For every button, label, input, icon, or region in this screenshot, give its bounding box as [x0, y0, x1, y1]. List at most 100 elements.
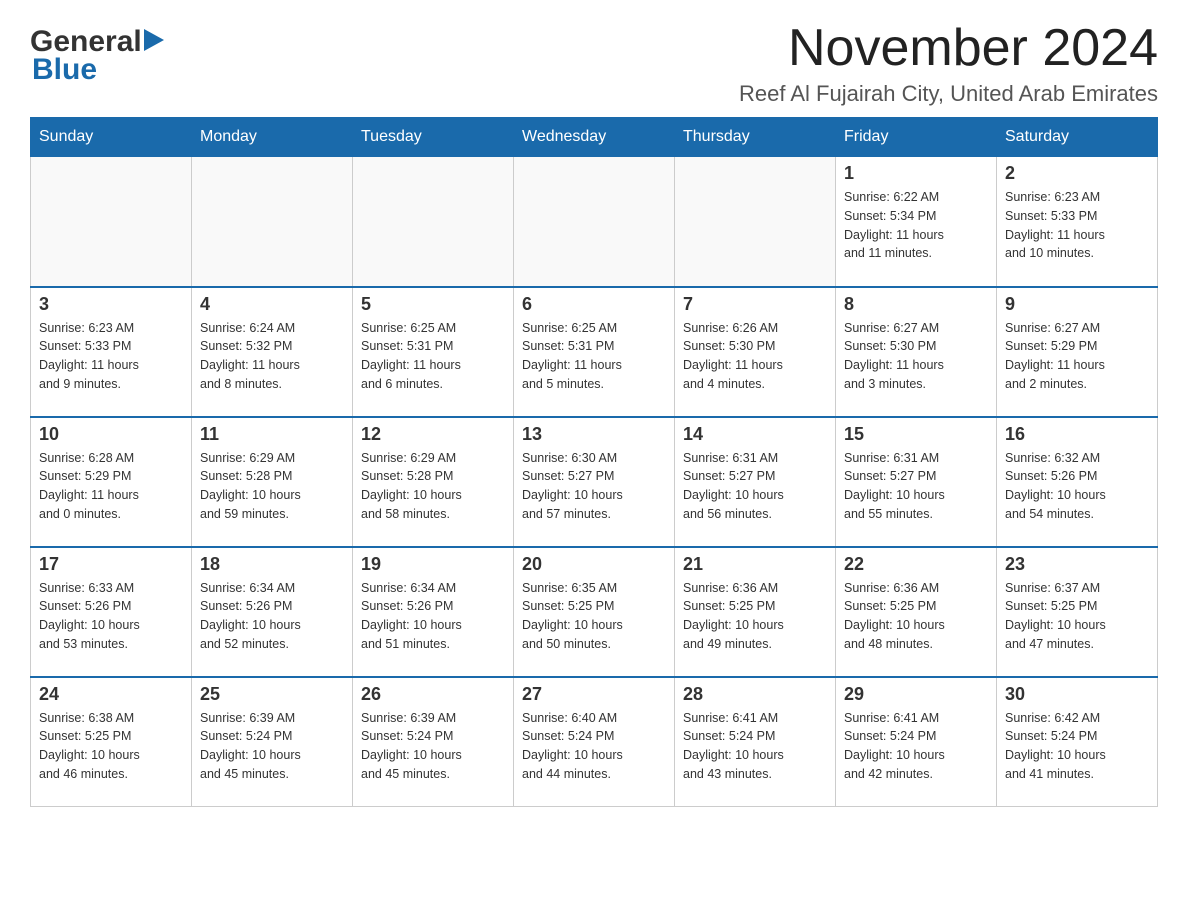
calendar-week-row: 1 Sunrise: 6:22 AM Sunset: 5:34 PM Daylig… — [31, 157, 1158, 287]
day-info: Sunrise: 6:36 AM Sunset: 5:25 PM Dayligh… — [844, 579, 988, 654]
day-info: Sunrise: 6:39 AM Sunset: 5:24 PM Dayligh… — [200, 709, 344, 784]
day-number: 29 — [844, 684, 988, 705]
day-info: Sunrise: 6:30 AM Sunset: 5:27 PM Dayligh… — [522, 449, 666, 524]
logo: General Blue — [30, 20, 164, 87]
calendar-cell: 18 Sunrise: 6:34 AM Sunset: 5:26 PM Dayli… — [192, 547, 353, 677]
logo-blue-text: Blue — [32, 53, 97, 87]
calendar-cell: 1 Sunrise: 6:22 AM Sunset: 5:34 PM Daylig… — [836, 157, 997, 287]
day-number: 30 — [1005, 684, 1149, 705]
title-area: November 2024 Reef Al Fujairah City, Uni… — [739, 20, 1158, 107]
day-info: Sunrise: 6:41 AM Sunset: 5:24 PM Dayligh… — [844, 709, 988, 784]
calendar-cell: 3Sunrise: 6:23 AM Sunset: 5:33 PM Daylig… — [31, 287, 192, 417]
calendar-cell: 24Sunrise: 6:38 AM Sunset: 5:25 PM Dayli… — [31, 677, 192, 807]
day-number: 6 — [522, 294, 666, 315]
day-info: Sunrise: 6:37 AM Sunset: 5:25 PM Dayligh… — [1005, 579, 1149, 654]
day-number: 28 — [683, 684, 827, 705]
day-info: Sunrise: 6:29 AM Sunset: 5:28 PM Dayligh… — [361, 449, 505, 524]
calendar-cell: 19 Sunrise: 6:34 AM Sunset: 5:26 PM Dayli… — [353, 547, 514, 677]
day-info: Sunrise: 6:29 AM Sunset: 5:28 PM Dayligh… — [200, 449, 344, 524]
day-info: Sunrise: 6:24 AM Sunset: 5:32 PM Dayligh… — [200, 319, 344, 394]
day-number: 14 — [683, 424, 827, 445]
day-info: Sunrise: 6:22 AM Sunset: 5:34 PM Dayligh… — [844, 188, 988, 263]
day-info: Sunrise: 6:38 AM Sunset: 5:25 PM Dayligh… — [39, 709, 183, 784]
day-info: Sunrise: 6:27 AM Sunset: 5:29 PM Dayligh… — [1005, 319, 1149, 394]
day-info: Sunrise: 6:31 AM Sunset: 5:27 PM Dayligh… — [683, 449, 827, 524]
day-info: Sunrise: 6:26 AM Sunset: 5:30 PM Dayligh… — [683, 319, 827, 394]
calendar-cell: 29 Sunrise: 6:41 AM Sunset: 5:24 PM Dayli… — [836, 677, 997, 807]
calendar-cell: 13 Sunrise: 6:30 AM Sunset: 5:27 PM Dayli… — [514, 417, 675, 547]
day-number: 10 — [39, 424, 183, 445]
calendar-cell — [192, 157, 353, 287]
calendar-cell: 10Sunrise: 6:28 AM Sunset: 5:29 PM Dayli… — [31, 417, 192, 547]
weekday-header-sunday: Sunday — [31, 118, 192, 157]
day-number: 9 — [1005, 294, 1149, 315]
calendar-week-row: 10Sunrise: 6:28 AM Sunset: 5:29 PM Dayli… — [31, 417, 1158, 547]
day-number: 27 — [522, 684, 666, 705]
calendar-cell: 8Sunrise: 6:27 AM Sunset: 5:30 PM Daylig… — [836, 287, 997, 417]
day-info: Sunrise: 6:31 AM Sunset: 5:27 PM Dayligh… — [844, 449, 988, 524]
day-info: Sunrise: 6:27 AM Sunset: 5:30 PM Dayligh… — [844, 319, 988, 394]
calendar-cell: 11 Sunrise: 6:29 AM Sunset: 5:28 PM Dayli… — [192, 417, 353, 547]
calendar-cell: 20 Sunrise: 6:35 AM Sunset: 5:25 PM Dayli… — [514, 547, 675, 677]
calendar-cell: 6 Sunrise: 6:25 AM Sunset: 5:31 PM Daylig… — [514, 287, 675, 417]
day-info: Sunrise: 6:32 AM Sunset: 5:26 PM Dayligh… — [1005, 449, 1149, 524]
day-number: 16 — [1005, 424, 1149, 445]
calendar-cell: 12 Sunrise: 6:29 AM Sunset: 5:28 PM Dayli… — [353, 417, 514, 547]
day-info: Sunrise: 6:25 AM Sunset: 5:31 PM Dayligh… — [361, 319, 505, 394]
page-header: General Blue November 2024 Reef Al Fujai… — [30, 20, 1158, 107]
day-number: 21 — [683, 554, 827, 575]
day-info: Sunrise: 6:41 AM Sunset: 5:24 PM Dayligh… — [683, 709, 827, 784]
day-info: Sunrise: 6:35 AM Sunset: 5:25 PM Dayligh… — [522, 579, 666, 654]
calendar-week-row: 17 Sunrise: 6:33 AM Sunset: 5:26 PM Dayli… — [31, 547, 1158, 677]
day-info: Sunrise: 6:42 AM Sunset: 5:24 PM Dayligh… — [1005, 709, 1149, 784]
day-info: Sunrise: 6:33 AM Sunset: 5:26 PM Dayligh… — [39, 579, 183, 654]
day-number: 18 — [200, 554, 344, 575]
day-number: 11 — [200, 424, 344, 445]
day-info: Sunrise: 6:23 AM Sunset: 5:33 PM Dayligh… — [39, 319, 183, 394]
calendar-table: SundayMondayTuesdayWednesdayThursdayFrid… — [30, 117, 1158, 807]
day-info: Sunrise: 6:34 AM Sunset: 5:26 PM Dayligh… — [361, 579, 505, 654]
weekday-header-thursday: Thursday — [675, 118, 836, 157]
calendar-cell: 4 Sunrise: 6:24 AM Sunset: 5:32 PM Daylig… — [192, 287, 353, 417]
day-number: 12 — [361, 424, 505, 445]
day-number: 17 — [39, 554, 183, 575]
calendar-cell — [514, 157, 675, 287]
day-number: 13 — [522, 424, 666, 445]
calendar-cell: 30 Sunrise: 6:42 AM Sunset: 5:24 PM Dayli… — [997, 677, 1158, 807]
calendar-cell: 22 Sunrise: 6:36 AM Sunset: 5:25 PM Dayli… — [836, 547, 997, 677]
day-number: 26 — [361, 684, 505, 705]
day-number: 1 — [844, 163, 988, 184]
location-subtitle: Reef Al Fujairah City, United Arab Emira… — [739, 81, 1158, 107]
day-number: 7 — [683, 294, 827, 315]
weekday-header-saturday: Saturday — [997, 118, 1158, 157]
day-number: 19 — [361, 554, 505, 575]
day-info: Sunrise: 6:40 AM Sunset: 5:24 PM Dayligh… — [522, 709, 666, 784]
calendar-cell: 28 Sunrise: 6:41 AM Sunset: 5:24 PM Dayli… — [675, 677, 836, 807]
calendar-cell: 15Sunrise: 6:31 AM Sunset: 5:27 PM Dayli… — [836, 417, 997, 547]
calendar-cell: 7 Sunrise: 6:26 AM Sunset: 5:30 PM Daylig… — [675, 287, 836, 417]
weekday-header-monday: Monday — [192, 118, 353, 157]
calendar-cell: 27 Sunrise: 6:40 AM Sunset: 5:24 PM Dayli… — [514, 677, 675, 807]
calendar-cell: 23Sunrise: 6:37 AM Sunset: 5:25 PM Dayli… — [997, 547, 1158, 677]
calendar-cell: 2Sunrise: 6:23 AM Sunset: 5:33 PM Daylig… — [997, 157, 1158, 287]
calendar-week-row: 3Sunrise: 6:23 AM Sunset: 5:33 PM Daylig… — [31, 287, 1158, 417]
day-info: Sunrise: 6:23 AM Sunset: 5:33 PM Dayligh… — [1005, 188, 1149, 263]
logo-arrow-icon — [144, 29, 164, 51]
day-number: 4 — [200, 294, 344, 315]
day-number: 20 — [522, 554, 666, 575]
day-info: Sunrise: 6:36 AM Sunset: 5:25 PM Dayligh… — [683, 579, 827, 654]
month-title: November 2024 — [739, 20, 1158, 77]
calendar-cell — [353, 157, 514, 287]
calendar-week-row: 24Sunrise: 6:38 AM Sunset: 5:25 PM Dayli… — [31, 677, 1158, 807]
calendar-cell: 25 Sunrise: 6:39 AM Sunset: 5:24 PM Dayli… — [192, 677, 353, 807]
day-number: 25 — [200, 684, 344, 705]
day-number: 5 — [361, 294, 505, 315]
day-info: Sunrise: 6:25 AM Sunset: 5:31 PM Dayligh… — [522, 319, 666, 394]
day-info: Sunrise: 6:34 AM Sunset: 5:26 PM Dayligh… — [200, 579, 344, 654]
calendar-cell: 9 Sunrise: 6:27 AM Sunset: 5:29 PM Daylig… — [997, 287, 1158, 417]
day-info: Sunrise: 6:39 AM Sunset: 5:24 PM Dayligh… — [361, 709, 505, 784]
calendar-cell — [31, 157, 192, 287]
weekday-header-row: SundayMondayTuesdayWednesdayThursdayFrid… — [31, 118, 1158, 157]
day-number: 22 — [844, 554, 988, 575]
weekday-header-tuesday: Tuesday — [353, 118, 514, 157]
